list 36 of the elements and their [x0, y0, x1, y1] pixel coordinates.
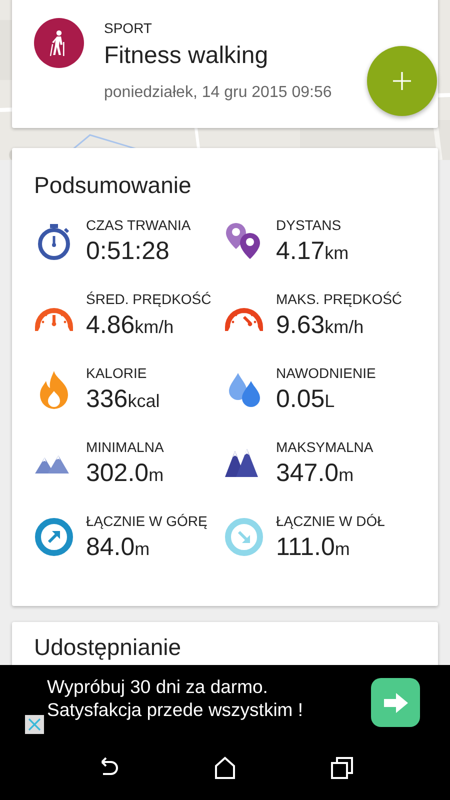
- stat-value: 347.0m: [276, 459, 355, 488]
- stat-label: MAKSYMALNA: [276, 439, 374, 455]
- stat-label: ŁĄCZNIE W GÓRĘ: [86, 513, 208, 529]
- add-button[interactable]: [367, 46, 437, 116]
- stat-label: KALORIE: [86, 365, 148, 381]
- stat-value: 302.0m: [86, 459, 164, 488]
- activity-title: Fitness walking: [104, 42, 270, 70]
- arrow-up-right-icon: [34, 517, 74, 557]
- home-button[interactable]: [212, 756, 237, 780]
- stat-value: 0:51:28: [86, 237, 170, 266]
- stat-value: 336kcal: [86, 385, 160, 414]
- section-title: Podsumowanie: [34, 172, 192, 199]
- stat-label: MINIMALNA: [86, 439, 164, 455]
- plus-icon: [392, 71, 412, 91]
- stat-value: 0.05L: [276, 385, 336, 414]
- sport-category-label: SPORT: [104, 20, 153, 36]
- walker-icon: [34, 18, 84, 68]
- stat-value: 4.86km/h: [86, 311, 175, 340]
- stat-label: DYSTANS: [276, 217, 342, 233]
- recent-apps-button[interactable]: [330, 756, 354, 780]
- arrow-down-right-icon: [224, 517, 264, 557]
- close-icon: [28, 718, 41, 731]
- section-title: Udostępnianie: [34, 634, 182, 661]
- stat-label: NAWODNIENIE: [276, 365, 376, 381]
- stat-value: 4.17km: [276, 237, 349, 266]
- stat-label: ŚRED. PRĘDKOŚĆ: [86, 291, 212, 307]
- mountains-icon: [34, 453, 70, 475]
- stat-label: CZAS TRWANIA: [86, 217, 191, 233]
- arrow-right-icon: [382, 692, 408, 714]
- stat-value: 111.0m: [276, 533, 351, 562]
- activity-date: poniedziałek, 14 gru 2015 09:56: [104, 84, 332, 102]
- stat-value: 9.63km/h: [276, 311, 365, 340]
- stat-value: 84.0m: [86, 533, 151, 562]
- stat-label: ŁĄCZNIE W DÓŁ: [276, 513, 385, 529]
- ad-open-button[interactable]: [371, 678, 420, 727]
- stat-label: MAKS. PRĘDKOŚĆ: [276, 291, 402, 307]
